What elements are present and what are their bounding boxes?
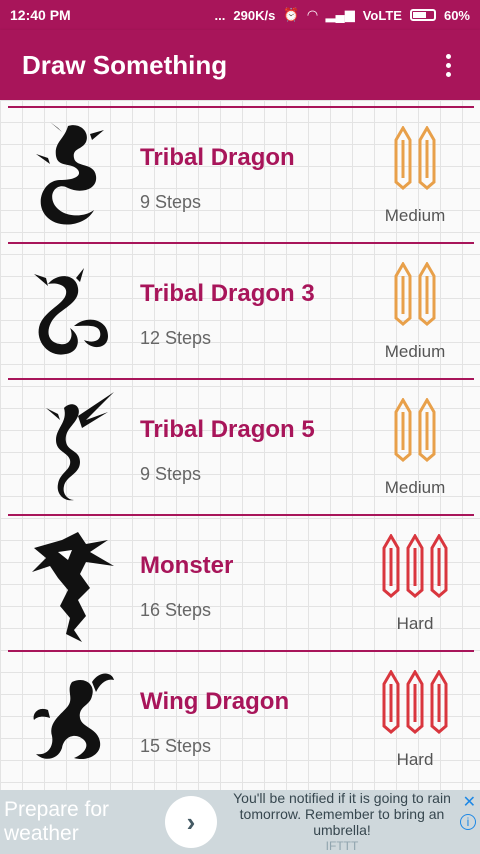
pencil-icon: [406, 670, 424, 734]
item-steps: 9 Steps: [140, 192, 202, 212]
overflow-menu-button[interactable]: [424, 41, 472, 89]
list-item-tribal-dragon-5[interactable]: Tribal Dragon 5 9 Steps Medium: [8, 378, 474, 514]
info-icon[interactable]: i: [460, 814, 476, 830]
pencil-icon: [382, 534, 400, 598]
difficulty-label: Medium: [384, 342, 446, 361]
battery-icon: [409, 9, 436, 21]
item-title: Tribal Dragon 3: [140, 280, 315, 307]
status-bar: 12:40 PM ... 290K/s ⏰ ◠ ▂▄▆ VoLTE 60%: [0, 0, 480, 30]
signal-icon: ▂▄▆: [325, 7, 355, 22]
item-title: Tribal Dragon: [140, 144, 295, 171]
pencil-icon: [406, 534, 424, 598]
list-item-tribal-dragon-3[interactable]: Tribal Dragon 3 12 Steps Medium: [8, 242, 474, 378]
pencil-icon: [394, 126, 412, 190]
item-steps: 15 Steps: [140, 736, 212, 756]
drawing-list[interactable]: Tribal Dragon 9 Steps Medium Tribal Drag…: [0, 100, 480, 790]
difficulty-label: Medium: [384, 478, 446, 497]
difficulty-label: Medium: [384, 206, 446, 225]
ad-banner[interactable]: Prepare for weather › You'll be notified…: [0, 790, 480, 854]
pencil-rating: [394, 398, 436, 464]
alarm-icon: ⏰: [283, 7, 300, 22]
pencil-rating: [394, 262, 436, 328]
page-title: Draw Something: [22, 49, 228, 80]
pencil-icon: [394, 398, 412, 462]
ad-message: You'll be notified if it is going to rai…: [227, 790, 457, 854]
menu-dot-icon: [445, 62, 451, 68]
difficulty-indicator: Hard: [370, 670, 460, 780]
difficulty-indicator: Hard: [370, 534, 460, 644]
pencil-icon: [418, 126, 436, 190]
wifi-icon: ◠: [307, 7, 318, 22]
pencil-icon: [418, 398, 436, 462]
pencil-icon: [418, 262, 436, 326]
difficulty-label: Hard: [396, 614, 434, 633]
monster-thumbnail: [28, 526, 118, 642]
item-steps: 9 Steps: [140, 464, 202, 484]
pencil-icon: [430, 670, 448, 734]
pencil-icon: [430, 534, 448, 598]
menu-dot-icon: [445, 53, 451, 59]
pencil-rating: [382, 534, 448, 600]
difficulty-indicator: Medium: [370, 398, 460, 508]
item-title: Wing Dragon: [140, 688, 290, 715]
status-time: 12:40 PM: [10, 7, 71, 23]
item-title: Monster: [140, 552, 234, 579]
ad-headline[interactable]: Prepare for weather: [0, 798, 165, 846]
dragon-thumbnail: [28, 118, 118, 234]
item-steps: 12 Steps: [140, 328, 212, 348]
difficulty-label: Hard: [396, 750, 434, 769]
list-item-tribal-dragon[interactable]: Tribal Dragon 9 Steps Medium: [8, 106, 474, 242]
status-dots: ...: [214, 7, 226, 23]
dragon-thumbnail: [28, 390, 118, 506]
network-speed: 290K/s: [233, 7, 276, 23]
close-icon[interactable]: ✕: [463, 792, 476, 812]
menu-dot-icon: [445, 71, 451, 77]
chevron-right-icon[interactable]: ›: [165, 796, 217, 848]
item-title: Tribal Dragon 5: [140, 416, 315, 443]
list-item-wing-dragon[interactable]: Wing Dragon 15 Steps Hard: [8, 650, 474, 786]
ad-source: IFTTT: [325, 839, 359, 853]
list-item-monster[interactable]: Monster 16 Steps Hard: [8, 514, 474, 650]
battery-percent: 60%: [443, 7, 470, 23]
dragon-thumbnail: [28, 254, 118, 370]
pencil-rating: [394, 126, 436, 192]
network-type: VoLTE: [362, 7, 402, 23]
ad-message-text: You'll be notified if it is going to rai…: [233, 790, 451, 838]
pencil-icon: [394, 262, 412, 326]
difficulty-indicator: Medium: [370, 262, 460, 372]
pencil-rating: [382, 670, 448, 736]
pencil-icon: [382, 670, 400, 734]
item-steps: 16 Steps: [140, 600, 212, 620]
status-icons: ... 290K/s ⏰ ◠ ▂▄▆ VoLTE 60%: [215, 7, 470, 23]
app-bar: Draw Something: [0, 30, 480, 100]
dragon-thumbnail: [28, 662, 118, 778]
difficulty-indicator: Medium: [370, 126, 460, 236]
